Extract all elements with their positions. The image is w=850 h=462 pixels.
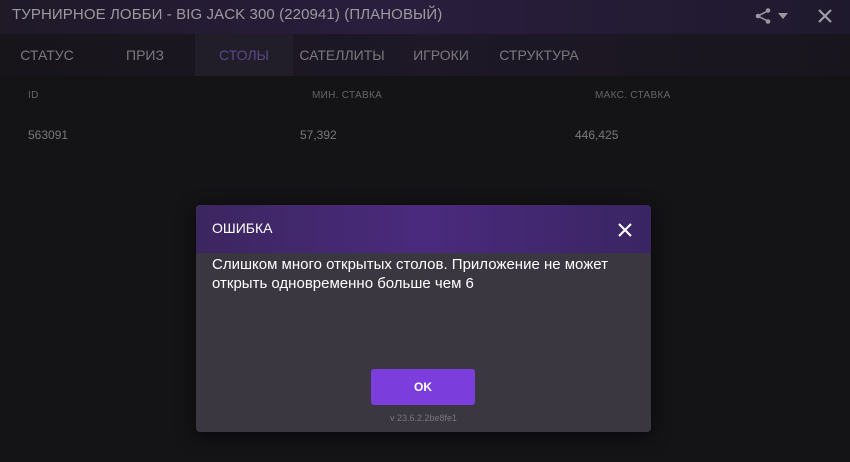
dialog-title: ОШИБКА <box>212 220 273 236</box>
error-dialog: ОШИБКА Слишком много открытых столов. Пр… <box>196 205 651 432</box>
dialog-close-button[interactable] <box>612 217 638 243</box>
ok-button[interactable]: OK <box>371 369 475 405</box>
close-icon <box>618 223 632 237</box>
dialog-header: ОШИБКА <box>196 205 651 253</box>
dialog-message: Слишком много открытых столов. Приложени… <box>212 256 608 292</box>
version-label: v 23.6.2.2be8fe1 <box>389 413 458 423</box>
